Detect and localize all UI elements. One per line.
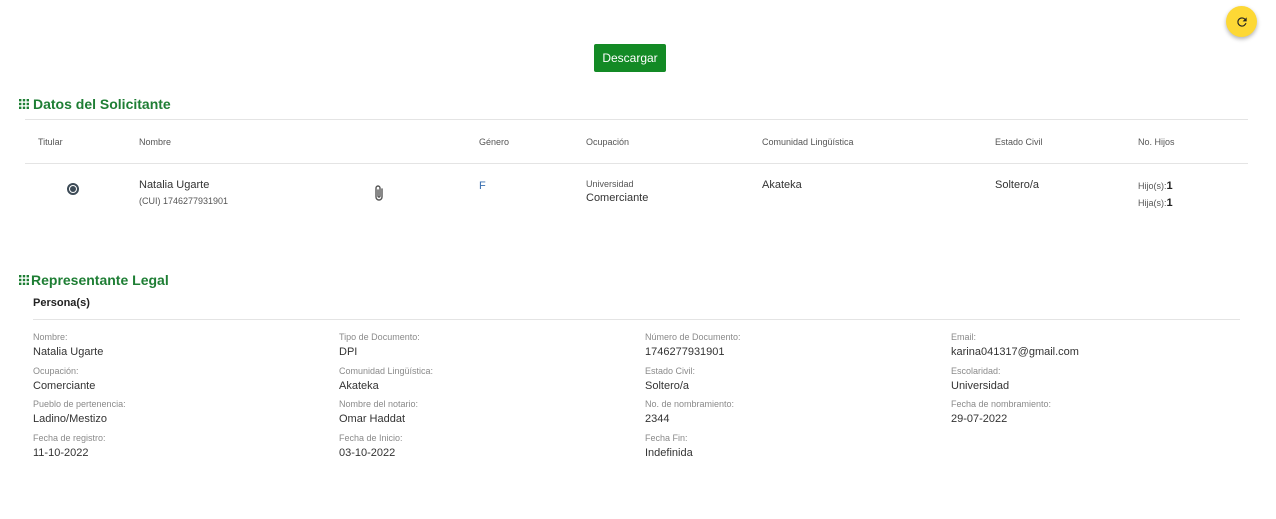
representative-title-text: Representante Legal: [31, 272, 169, 288]
radio-selected-icon: [70, 186, 76, 192]
detail-value: 1746277931901: [645, 346, 725, 358]
detail-field: Fecha de Inicio: 03-10-2022: [339, 431, 645, 465]
detail-field: Nombre: Natalia Ugarte: [33, 330, 339, 364]
detail-value: Comerciante: [33, 379, 96, 392]
detail-field: Email: karina041317@gmail.com: [951, 330, 1243, 364]
representative-section-title: Representante Legal: [19, 272, 169, 288]
detail-value: Universidad: [951, 379, 1010, 392]
detail-value: Ladino/Mestizo: [33, 413, 107, 425]
detail-field: Estado Civil: Soltero/a: [645, 364, 951, 398]
persons-subtitle: Persona(s): [33, 297, 90, 309]
detail-label: Nombre:: [33, 332, 68, 342]
detail-value: Omar Haddat: [339, 413, 406, 425]
daughters-label: Hija(s):: [1138, 198, 1167, 208]
detail-field: Ocupación: Comerciante: [33, 364, 339, 398]
refresh-icon: [1236, 16, 1247, 27]
detail-label: Fecha de Inicio:: [339, 432, 403, 443]
daughters-value: 1: [1166, 197, 1173, 209]
header-civil-status: Estado Civil: [995, 137, 1043, 147]
detail-label: Fecha de nombramiento:: [951, 399, 1052, 409]
applicant-gender: F: [479, 180, 486, 192]
header-linguistic-community: Comunidad Lingüística: [762, 137, 854, 147]
detail-label: Ocupación:: [33, 365, 79, 376]
detail-label: Pueblo de pertenencia:: [33, 399, 126, 409]
header-occupation: Ocupación: [586, 137, 630, 147]
detail-label: Escolaridad:: [951, 365, 1001, 376]
detail-label: Email:: [951, 332, 977, 342]
detail-field: Nombre del notario: Omar Haddat: [339, 397, 645, 431]
detail-value: Natalia Ugarte: [33, 346, 104, 358]
applicant-name: Natalia Ugarte: [139, 179, 210, 191]
detail-field: Fecha de nombramiento: 29-07-2022: [951, 397, 1243, 431]
divider: [25, 163, 1248, 164]
detail-field: Escolaridad: Universidad: [951, 364, 1243, 398]
applicant-cui: (CUI) 1746277931901: [139, 196, 229, 206]
refresh-button[interactable]: [1226, 6, 1257, 37]
header-titular: Titular: [38, 137, 63, 147]
detail-value: 2344: [645, 413, 670, 425]
detail-value: Indefinida: [645, 446, 693, 459]
header-gender: Género: [479, 137, 510, 147]
detail-value: karina041317@gmail.com: [951, 346, 1079, 358]
detail-value: 11-10-2022: [33, 446, 89, 459]
detail-value: Soltero/a: [645, 379, 690, 392]
applicant-education: Universidad: [586, 179, 634, 189]
divider: [33, 319, 1240, 320]
detail-label: No. de nombramiento:: [645, 399, 735, 409]
detail-field: Tipo de Documento: DPI: [339, 330, 645, 364]
applicant-section-title: Datos del Solicitante: [19, 96, 171, 112]
representative-details: Nombre: Natalia Ugarte Tipo de Documento: D…: [33, 330, 1243, 464]
header-name: Nombre: [139, 137, 172, 147]
detail-label: Tipo de Documento:: [339, 332, 420, 342]
sons-label: Hijo(s):: [1138, 181, 1167, 191]
applicant-title-text: Datos del Solicitante: [33, 96, 171, 112]
detail-label: Fecha de registro:: [33, 432, 106, 443]
children-sons: Hijo(s):1: [1138, 180, 1173, 192]
applicant-civil-status: Soltero/a: [995, 179, 1040, 191]
detail-field: Comunidad Lingüística: Akateka: [339, 364, 645, 398]
detail-field: Fecha Fin: Indefinida: [645, 431, 951, 465]
grid-icon: [19, 99, 29, 109]
sons-value: 1: [1166, 180, 1173, 192]
detail-field: Fecha de registro: 11-10-2022: [33, 431, 339, 465]
detail-value: 03-10-2022: [339, 446, 396, 459]
download-button[interactable]: Descargar: [594, 44, 666, 72]
applicant-occupation: Comerciante: [586, 192, 649, 204]
detail-field: Pueblo de pertenencia: Ladino/Mestizo: [33, 397, 339, 431]
attachment-button[interactable]: [372, 184, 386, 207]
detail-field: Número de Documento: 1746277931901: [645, 330, 951, 364]
header-children: No. Hijos: [1138, 137, 1175, 147]
detail-label: Fecha Fin:: [645, 432, 688, 443]
detail-value: 29-07-2022: [951, 413, 1008, 425]
grid-icon: [19, 275, 29, 285]
detail-label: Nombre del notario:: [339, 399, 419, 409]
detail-value: DPI: [339, 346, 358, 358]
titular-radio[interactable]: [67, 183, 79, 195]
detail-label: Número de Documento:: [645, 332, 741, 342]
detail-value: Akateka: [339, 379, 379, 392]
divider: [25, 119, 1248, 120]
children-daughters: Hija(s):1: [1138, 197, 1173, 209]
detail-label: Estado Civil:: [645, 365, 696, 376]
detail-field: No. de nombramiento: 2344: [645, 397, 951, 431]
paperclip-icon: [375, 185, 383, 201]
applicant-linguistic-community: Akateka: [762, 179, 802, 191]
detail-label: Comunidad Lingüística:: [339, 365, 434, 376]
